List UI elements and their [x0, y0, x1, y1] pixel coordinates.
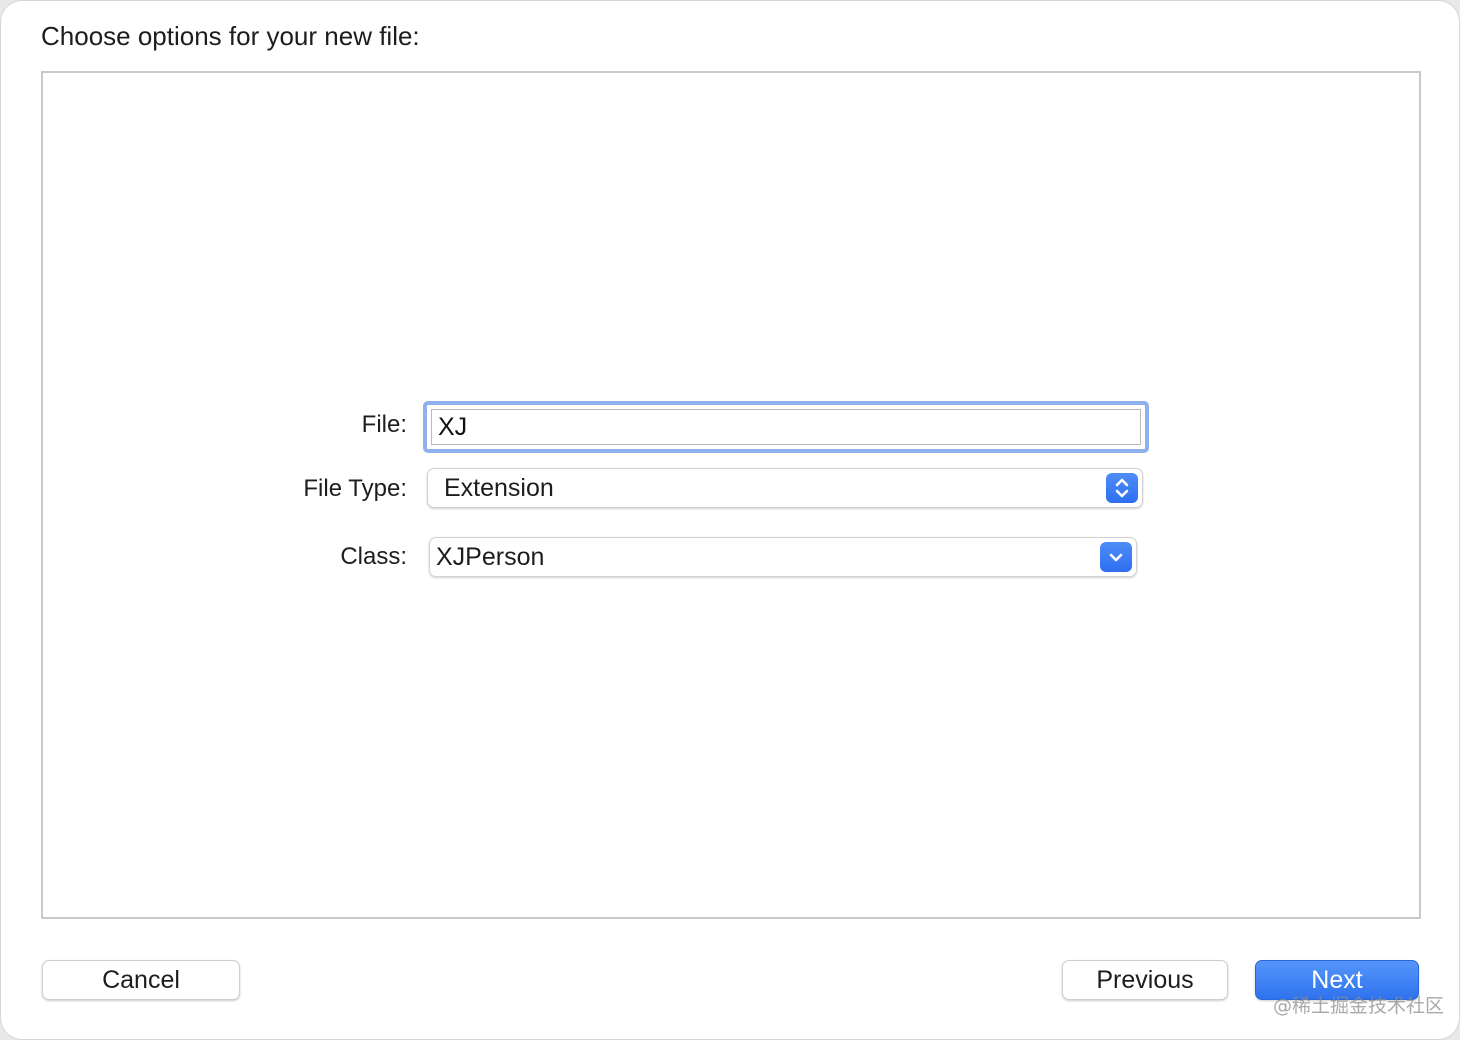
file-name-field[interactable] — [423, 401, 1149, 453]
file-type-popup[interactable]: Extension — [427, 468, 1143, 508]
up-down-chevron-icon — [1106, 473, 1138, 503]
cancel-button[interactable]: Cancel — [42, 960, 240, 1000]
file-type-label: File Type: — [303, 475, 407, 502]
previous-button[interactable]: Previous — [1062, 960, 1228, 1000]
chevron-down-icon — [1100, 542, 1132, 572]
file-name-input[interactable] — [431, 409, 1141, 445]
new-file-options-dialog: Choose options for your new file: File: … — [0, 0, 1460, 1040]
file-label: File: — [361, 411, 407, 438]
dialog-heading: Choose options for your new file: — [41, 21, 420, 51]
watermark: @稀土掘金技术社区 — [1273, 995, 1445, 1017]
class-value: XJPerson — [436, 543, 545, 571]
class-popup[interactable]: XJPerson — [429, 537, 1137, 577]
class-label: Class: — [340, 543, 407, 570]
file-type-value: Extension — [444, 474, 554, 502]
